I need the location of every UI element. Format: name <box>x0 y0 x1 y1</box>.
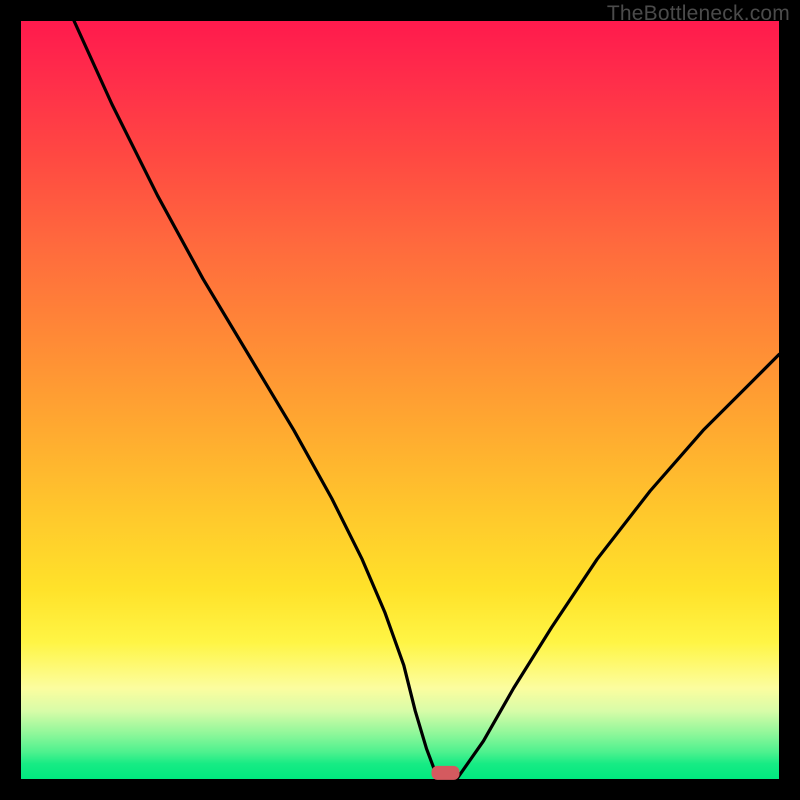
plot-area <box>21 21 779 779</box>
bottleneck-curve <box>74 21 779 779</box>
watermark-text: TheBottleneck.com <box>607 2 790 26</box>
curve-svg <box>21 21 779 779</box>
chart-frame: TheBottleneck.com <box>0 0 800 800</box>
optimum-marker <box>432 766 460 780</box>
